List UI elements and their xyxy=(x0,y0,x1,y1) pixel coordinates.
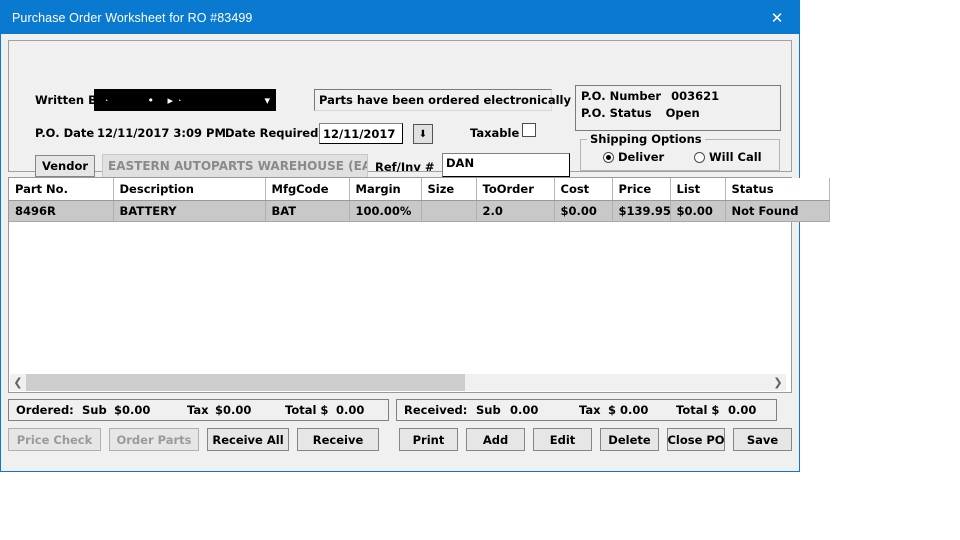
received-total-value: 0.00 xyxy=(728,403,757,417)
radio-will-call-label: Will Call xyxy=(709,150,762,164)
cell-size xyxy=(421,200,477,222)
ref-inv-input[interactable]: DAN xyxy=(442,153,570,177)
received-sub-value: 0.00 xyxy=(510,403,539,417)
po-number-label: P.O. Number xyxy=(581,89,662,103)
edit-button[interactable]: Edit xyxy=(533,428,592,451)
save-button[interactable]: Save xyxy=(733,428,792,451)
vendor-select[interactable]: EASTERN AUTOPARTS WAREHOUSE (EA ▾ xyxy=(102,154,368,178)
chevron-down-icon: ▾ xyxy=(264,93,270,107)
col-description[interactable]: Description xyxy=(113,178,266,201)
radio-will-call[interactable]: Will Call xyxy=(694,150,762,164)
footer-button-bar: Price Check Order Parts Receive All Rece… xyxy=(8,428,792,451)
ordered-total-label: Total $ xyxy=(285,403,329,417)
totals-row: Ordered: Sub $0.00 Tax $0.00 Total $ 0.0… xyxy=(8,399,792,421)
vendor-value: EASTERN AUTOPARTS WAREHOUSE (EA xyxy=(108,159,368,173)
order-parts-button[interactable]: Order Parts xyxy=(109,428,199,451)
po-status-label: P.O. Status xyxy=(581,106,652,120)
window-title: Purchase Order Worksheet for RO #83499 xyxy=(12,10,253,25)
col-size[interactable]: Size xyxy=(421,178,477,201)
received-tax-label: Tax xyxy=(579,403,601,417)
received-label: Received: xyxy=(404,403,468,417)
date-picker-button[interactable]: ⬇ xyxy=(413,124,433,144)
cell-description: BATTERY xyxy=(113,200,266,222)
cell-toorder: 2.0 xyxy=(476,200,555,222)
close-po-button[interactable]: Close PO xyxy=(667,428,725,451)
col-mfgcode[interactable]: MfgCode xyxy=(265,178,350,201)
cell-part-no: 8496R xyxy=(9,200,114,222)
po-header-panel: Written By · • ▸· ▾ Parts have been orde… xyxy=(8,40,792,206)
received-tax-value: $ 0.00 xyxy=(608,403,649,417)
shipping-options-group: Shipping Options Deliver Will Call xyxy=(580,132,780,171)
date-required-input[interactable]: 12/11/2017 xyxy=(319,123,403,144)
col-part-no[interactable]: Part No. xyxy=(9,178,114,201)
radio-deliver-indicator xyxy=(603,151,614,163)
ordered-total-value: 0.00 xyxy=(336,403,365,417)
ref-inv-label: Ref/Inv # xyxy=(375,160,435,174)
receive-all-button[interactable]: Receive All xyxy=(207,428,289,451)
vendor-button[interactable]: Vendor xyxy=(35,155,95,177)
table-row[interactable]: 8496R BATTERY BAT 100.00% 2.0 $0.00 $139… xyxy=(9,200,830,222)
po-info-box: P.O. Number 003621 P.O. Status Open xyxy=(575,85,781,131)
close-icon[interactable]: ✕ xyxy=(755,1,799,34)
col-list[interactable]: List xyxy=(670,178,726,201)
po-date-value: 12/11/2017 3:09 PM xyxy=(97,126,226,140)
ordered-tax-label: Tax xyxy=(187,403,209,417)
electronic-order-notice: Parts have been ordered electronically xyxy=(314,89,571,111)
window-client-area: Written By · • ▸· ▾ Parts have been orde… xyxy=(1,34,830,471)
received-sub-label: Sub xyxy=(476,403,501,417)
col-toorder[interactable]: ToOrder xyxy=(476,178,555,201)
purchase-order-window: Purchase Order Worksheet for RO #83499 ✕… xyxy=(0,0,830,472)
cell-margin: 100.00% xyxy=(349,200,422,222)
col-margin[interactable]: Margin xyxy=(349,178,422,201)
ordered-totals: Ordered: Sub $0.00 Tax $0.00 Total $ 0.0… xyxy=(8,399,389,421)
chevron-right-icon[interactable]: ❯ xyxy=(770,374,786,391)
price-check-button[interactable]: Price Check xyxy=(8,428,101,451)
cell-price: $139.95 xyxy=(612,200,671,222)
written-by-select[interactable]: · • ▸· ▾ xyxy=(94,89,276,111)
written-by-value: · • ▸· xyxy=(105,94,187,107)
taxable-label: Taxable xyxy=(470,126,520,140)
col-cost[interactable]: Cost xyxy=(554,178,613,201)
cell-status: Not Found xyxy=(725,200,830,222)
radio-deliver-label: Deliver xyxy=(618,150,665,164)
cell-mfgcode: BAT xyxy=(265,200,350,222)
grid-horizontal-scrollbar[interactable]: ❮ ❯ xyxy=(10,374,786,391)
col-price[interactable]: Price xyxy=(612,178,671,201)
table-header-row: Part No. Description MfgCode Margin Size… xyxy=(9,178,830,201)
radio-will-call-indicator xyxy=(694,151,705,163)
received-total-label: Total $ xyxy=(676,403,720,417)
received-totals: Received: Sub 0.00 Tax $ 0.00 Total $ 0.… xyxy=(396,399,777,421)
window-title-bar: Purchase Order Worksheet for RO #83499 ✕ xyxy=(1,1,799,34)
po-number-value: 003621 xyxy=(671,89,720,103)
delete-button[interactable]: Delete xyxy=(600,428,659,451)
cell-list: $0.00 xyxy=(670,200,726,222)
po-status-value: Open xyxy=(665,106,700,120)
add-button[interactable]: Add xyxy=(466,428,525,451)
po-number-row: P.O. Number 003621 xyxy=(581,89,780,103)
col-status[interactable]: Status xyxy=(725,178,830,201)
date-required-label: Date Required xyxy=(225,126,319,140)
print-button[interactable]: Print xyxy=(399,428,458,451)
chevron-left-icon[interactable]: ❮ xyxy=(10,374,26,391)
receive-button[interactable]: Receive xyxy=(297,428,379,451)
parts-table: Part No. Description MfgCode Margin Size… xyxy=(9,178,830,222)
po-status-row: P.O. Status Open xyxy=(581,106,780,120)
parts-grid: Part No. Description MfgCode Margin Size… xyxy=(8,177,830,393)
ordered-tax-value: $0.00 xyxy=(215,403,252,417)
ordered-sub-value: $0.00 xyxy=(114,403,151,417)
po-date-label: P.O. Date xyxy=(35,126,95,140)
ordered-sub-label: Sub xyxy=(82,403,107,417)
shipping-options-legend: Shipping Options xyxy=(587,132,705,146)
radio-deliver[interactable]: Deliver xyxy=(603,150,664,164)
scrollbar-thumb[interactable] xyxy=(26,374,465,391)
scrollbar-track[interactable] xyxy=(26,374,770,391)
ordered-label: Ordered: xyxy=(16,403,74,417)
taxable-checkbox[interactable] xyxy=(522,123,536,137)
cell-cost: $0.00 xyxy=(554,200,613,222)
